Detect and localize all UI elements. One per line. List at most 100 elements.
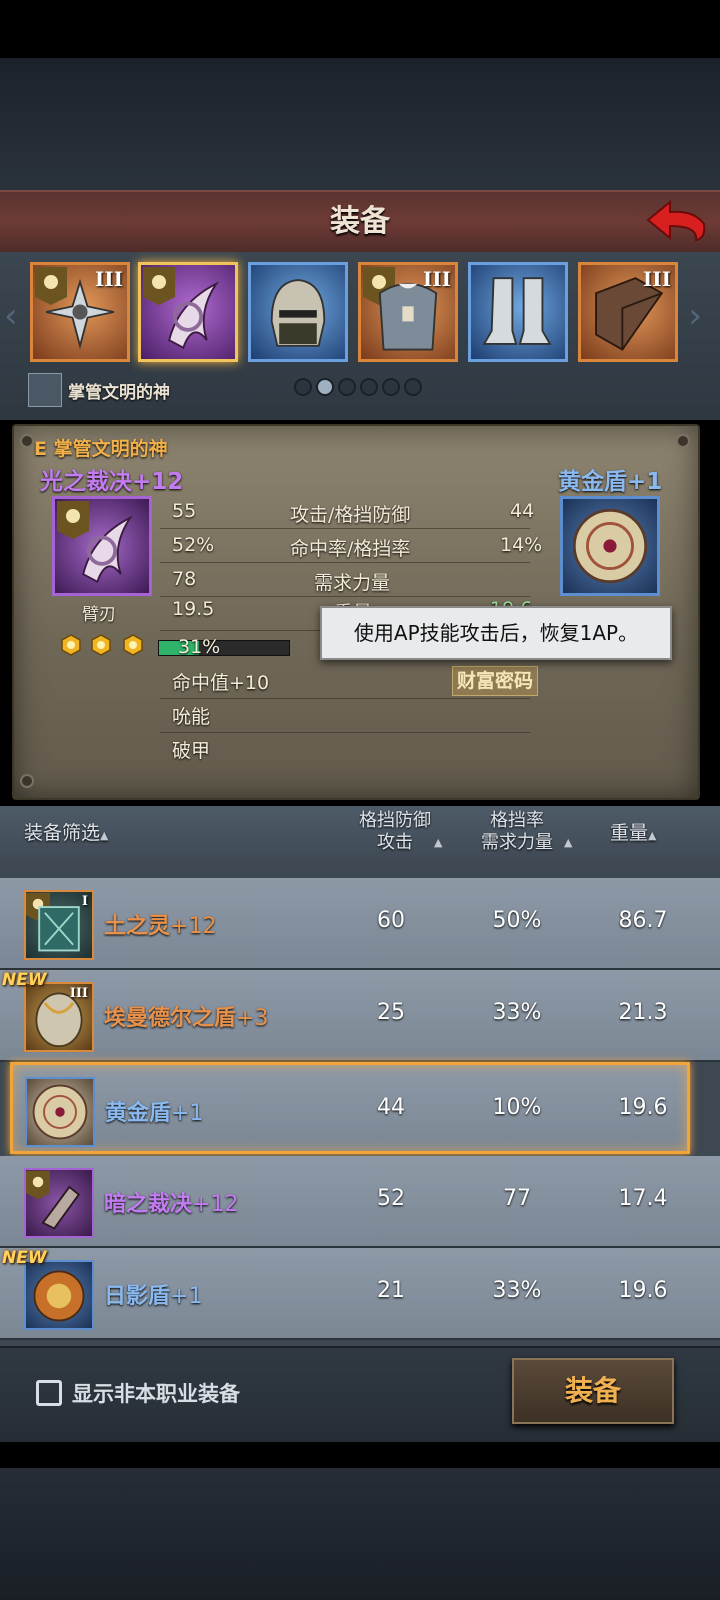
sort-column-2[interactable]: 格挡率 需求力量 — [462, 810, 572, 854]
scroll-left-icon[interactable]: ‹ — [4, 296, 18, 336]
item-weight: 21.3 — [618, 1000, 668, 1025]
page-dot[interactable] — [404, 378, 422, 396]
list-item[interactable]: III NEW 埃曼德尔之盾+3 25 33% 21.3 — [0, 970, 720, 1062]
golden-shield-icon — [572, 508, 648, 584]
current-stat-value: 55 — [172, 500, 197, 522]
dark-blade-icon — [41, 1185, 81, 1230]
set-name: 掌管文明的神 — [68, 382, 170, 403]
helmet-icon — [270, 279, 326, 347]
list-item[interactable]: NEW 日影盾+1 21 33% 19.6 — [0, 1248, 720, 1340]
tier-label: III — [422, 267, 451, 291]
item-value-1: 25 — [377, 1000, 405, 1025]
effect-text: 破甲 — [172, 740, 211, 762]
page-dot[interactable] — [360, 378, 378, 396]
item-name: 黄金盾+1 — [105, 1095, 203, 1127]
top-background — [0, 58, 720, 190]
page-dot[interactable] — [294, 378, 312, 396]
boots-icon — [482, 277, 552, 345]
show-other-class-checkbox[interactable] — [36, 1380, 62, 1406]
selected-stat-value: 14% — [500, 534, 543, 556]
item-name: 土之灵+12 — [104, 908, 216, 940]
page-dot[interactable] — [338, 378, 356, 396]
sort-caret-icon: ▲ — [648, 829, 657, 842]
equip-slot-arm-blade[interactable] — [138, 262, 238, 362]
item-type: 臂刃 — [82, 605, 116, 625]
item-plus: +3 — [236, 1006, 269, 1031]
compare-set-label: E 掌管文明的神 — [34, 438, 168, 460]
durability-percent: 31% — [178, 636, 221, 658]
sort-column-weight[interactable]: 重量▲ — [610, 822, 656, 847]
equip-slot-book[interactable]: III — [578, 262, 678, 362]
effect-text: 命中值+10 — [172, 672, 270, 694]
arm-blade-icon — [168, 281, 219, 350]
item-weight: 86.7 — [618, 908, 668, 933]
equipment-list[interactable]: I 土之灵+12 60 50% 86.7 III NEW 埃曼德尔之盾+3 25… — [0, 862, 720, 1346]
back-arrow-icon[interactable] — [644, 198, 708, 244]
item-icon — [24, 1260, 94, 1330]
tier-label: I — [81, 894, 88, 909]
rivet — [20, 774, 34, 788]
item-icon — [24, 1168, 94, 1238]
tier-label: III — [642, 267, 671, 291]
set-indicator: 掌管文明的神 — [28, 373, 170, 407]
item-value-2: 33% — [492, 1000, 542, 1025]
list-item[interactable]: 暗之裁决+12 52 77 17.4 — [0, 1156, 720, 1248]
item-value-2: 77 — [503, 1186, 531, 1211]
stat-row: 78 需求力量 — [160, 562, 530, 597]
tier-label: III — [69, 986, 88, 1001]
item-base-name: 埃曼德尔之盾 — [104, 1006, 237, 1031]
title-bar: 装备 — [0, 190, 720, 254]
current-item-name: 光之裁决+12 — [40, 469, 184, 495]
filter-label: 装备筛选 — [24, 822, 101, 844]
star-gem-icon — [61, 634, 81, 656]
equip-slot-boots[interactable] — [468, 262, 568, 362]
page-dot-active[interactable] — [316, 378, 334, 396]
filter-header[interactable]: 装备筛选▲ — [24, 822, 108, 847]
skill-tooltip: 使用AP技能攻击后，恢复1AP。 — [320, 606, 672, 660]
stat-label: 攻击/格挡防御 — [290, 504, 411, 526]
item-weight: 19.6 — [618, 1278, 668, 1303]
current-stat-value: 78 — [172, 568, 197, 590]
item-name: 埃曼德尔之盾+3 — [104, 1000, 268, 1032]
set-avatar-icon — [28, 373, 62, 407]
effect-text: 吮能 — [172, 706, 211, 728]
effect-row: 破甲 — [160, 732, 530, 766]
star-gem-icon — [91, 634, 111, 656]
selected-item-name: 黄金盾+1 — [558, 469, 663, 495]
current-item-icon[interactable] — [52, 496, 152, 596]
item-name: 暗之裁决+12 — [104, 1186, 238, 1218]
star-gem-icon — [123, 634, 143, 656]
effect-row: 吮能 — [160, 698, 530, 733]
arm-blade-icon — [82, 515, 133, 584]
equip-slot-helmet[interactable] — [248, 262, 348, 362]
item-value-1: 60 — [377, 908, 405, 933]
item-icon: III — [24, 982, 94, 1052]
item-value-1: 21 — [377, 1278, 405, 1303]
item-icon — [25, 1077, 95, 1147]
new-tag: NEW — [2, 1248, 47, 1268]
equip-button[interactable]: 装备 — [512, 1358, 674, 1424]
page-dot[interactable] — [382, 378, 400, 396]
item-icon: I — [24, 890, 94, 960]
bottom-background — [0, 1468, 720, 1600]
item-plus: +12 — [170, 914, 217, 939]
item-value-2: 50% — [492, 908, 542, 933]
list-item-selected[interactable]: 黄金盾+1 44 10% 19.6 — [10, 1062, 690, 1154]
equip-slot-armor[interactable]: III — [358, 262, 458, 362]
current-stat-value: 19.5 — [172, 598, 215, 620]
equip-slot-weapon[interactable]: III — [30, 262, 130, 362]
new-tag: NEW — [2, 970, 47, 990]
page-indicator — [294, 378, 422, 396]
selected-item-icon[interactable] — [560, 496, 660, 596]
selected-stat-value: 44 — [510, 500, 535, 522]
scroll-right-icon[interactable]: › — [688, 296, 702, 336]
item-plus: +1 — [171, 1101, 204, 1126]
tier-label: III — [94, 267, 123, 291]
list-item[interactable]: I 土之灵+12 60 50% 86.7 — [0, 878, 720, 970]
rivet — [676, 434, 690, 448]
selected-effect-tag: 财富密码 — [452, 666, 539, 696]
golden-shield-icon — [32, 1084, 88, 1140]
item-base-name: 土之灵 — [104, 914, 171, 939]
item-base-name: 日影盾 — [104, 1284, 171, 1309]
stat-row: 55 攻击/格挡防御 44 — [160, 494, 534, 529]
